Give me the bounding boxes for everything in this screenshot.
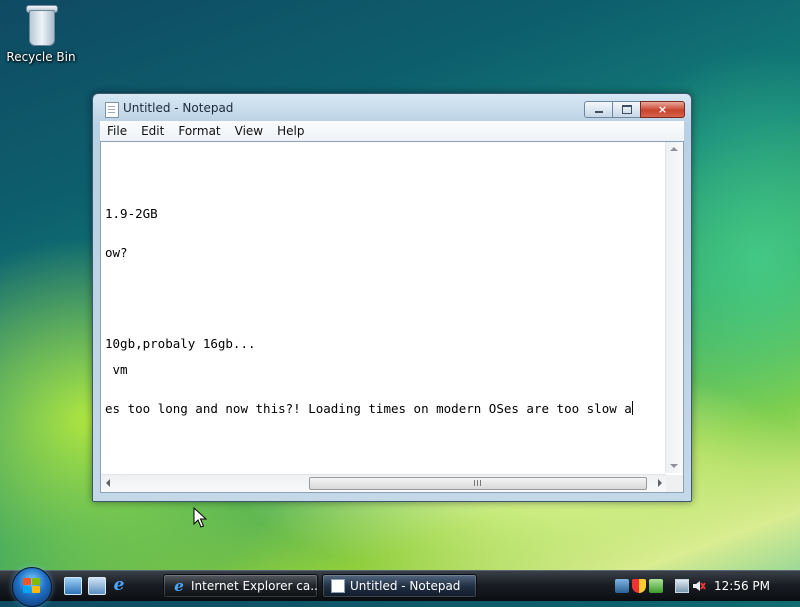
start-button[interactable] bbox=[12, 567, 52, 607]
system-tray: 12:56 PM bbox=[612, 571, 800, 601]
menu-bar: File Edit Format View Help bbox=[100, 121, 684, 142]
notepad-window: Untitled - Notepad × File Edit Format Vi… bbox=[92, 93, 692, 502]
grip-icon bbox=[474, 480, 482, 486]
menu-help[interactable]: Help bbox=[270, 124, 311, 138]
menu-format[interactable]: Format bbox=[171, 124, 227, 138]
menu-edit[interactable]: Edit bbox=[134, 124, 171, 138]
text-editor[interactable]: 1.9-2GB ow? 10gb,probaly 16gb... vm es t… bbox=[100, 141, 684, 493]
show-desktop-icon[interactable] bbox=[64, 577, 82, 595]
desktop-icon-recycle-bin[interactable]: Recycle Bin bbox=[6, 2, 76, 64]
minimize-icon bbox=[594, 111, 603, 113]
windows-orb-icon bbox=[23, 578, 41, 594]
close-button[interactable]: × bbox=[640, 101, 685, 118]
network-icon[interactable] bbox=[615, 579, 629, 593]
window-title: Untitled - Notepad bbox=[123, 101, 234, 115]
internet-explorer-icon: e bbox=[174, 577, 184, 595]
taskbar-button-label: Untitled - Notepad bbox=[350, 579, 461, 593]
size-grip[interactable] bbox=[666, 475, 683, 492]
recycle-bin-label: Recycle Bin bbox=[6, 50, 76, 64]
scroll-down-icon[interactable] bbox=[670, 464, 678, 468]
maximize-button[interactable] bbox=[612, 101, 641, 118]
scroll-up-icon[interactable] bbox=[670, 147, 678, 151]
vertical-scrollbar[interactable] bbox=[665, 142, 683, 473]
taskbar-button-label: Internet Explorer ca... bbox=[191, 579, 317, 593]
scroll-right-icon[interactable] bbox=[658, 479, 662, 487]
text-line: 1.9-2GB bbox=[105, 206, 158, 221]
taskbar-button-notepad[interactable]: Untitled - Notepad bbox=[322, 574, 477, 598]
clock[interactable]: 12:56 PM bbox=[714, 579, 770, 593]
horizontal-scrollbar[interactable] bbox=[101, 474, 666, 492]
taskbar-button-internet-explorer[interactable]: e Internet Explorer ca... bbox=[163, 574, 318, 598]
text-line: es too long and now this?! Loading times… bbox=[105, 401, 633, 416]
text-line: 10gb,probaly 16gb... bbox=[105, 336, 256, 351]
maximize-icon bbox=[621, 105, 632, 114]
minimize-button[interactable] bbox=[584, 101, 613, 118]
text-line-content: es too long and now this?! Loading times… bbox=[105, 401, 632, 416]
menu-view[interactable]: View bbox=[228, 124, 270, 138]
horizontal-scroll-thumb[interactable] bbox=[309, 477, 647, 490]
taskbar: e e Internet Explorer ca... Untitled - N… bbox=[0, 567, 800, 607]
notepad-icon bbox=[331, 579, 345, 593]
scroll-left-icon[interactable] bbox=[106, 479, 110, 487]
volume-muted-icon[interactable] bbox=[692, 579, 706, 593]
close-icon: × bbox=[657, 103, 668, 116]
internet-explorer-icon[interactable]: e bbox=[111, 577, 127, 594]
title-bar[interactable]: Untitled - Notepad × bbox=[93, 94, 691, 122]
text-line: ow? bbox=[105, 245, 128, 260]
menu-file[interactable]: File bbox=[100, 124, 134, 138]
security-shield-icon[interactable] bbox=[632, 579, 646, 593]
text-content[interactable]: 1.9-2GB ow? 10gb,probaly 16gb... vm es t… bbox=[103, 142, 665, 473]
switch-windows-icon[interactable] bbox=[88, 577, 106, 595]
update-icon[interactable] bbox=[649, 579, 663, 593]
recycle-bin-icon bbox=[23, 2, 59, 48]
notepad-icon bbox=[105, 102, 119, 118]
network-connection-icon[interactable] bbox=[675, 579, 689, 593]
mouse-cursor-icon bbox=[193, 507, 207, 528]
text-line: vm bbox=[105, 362, 128, 377]
text-caret bbox=[631, 401, 633, 415]
